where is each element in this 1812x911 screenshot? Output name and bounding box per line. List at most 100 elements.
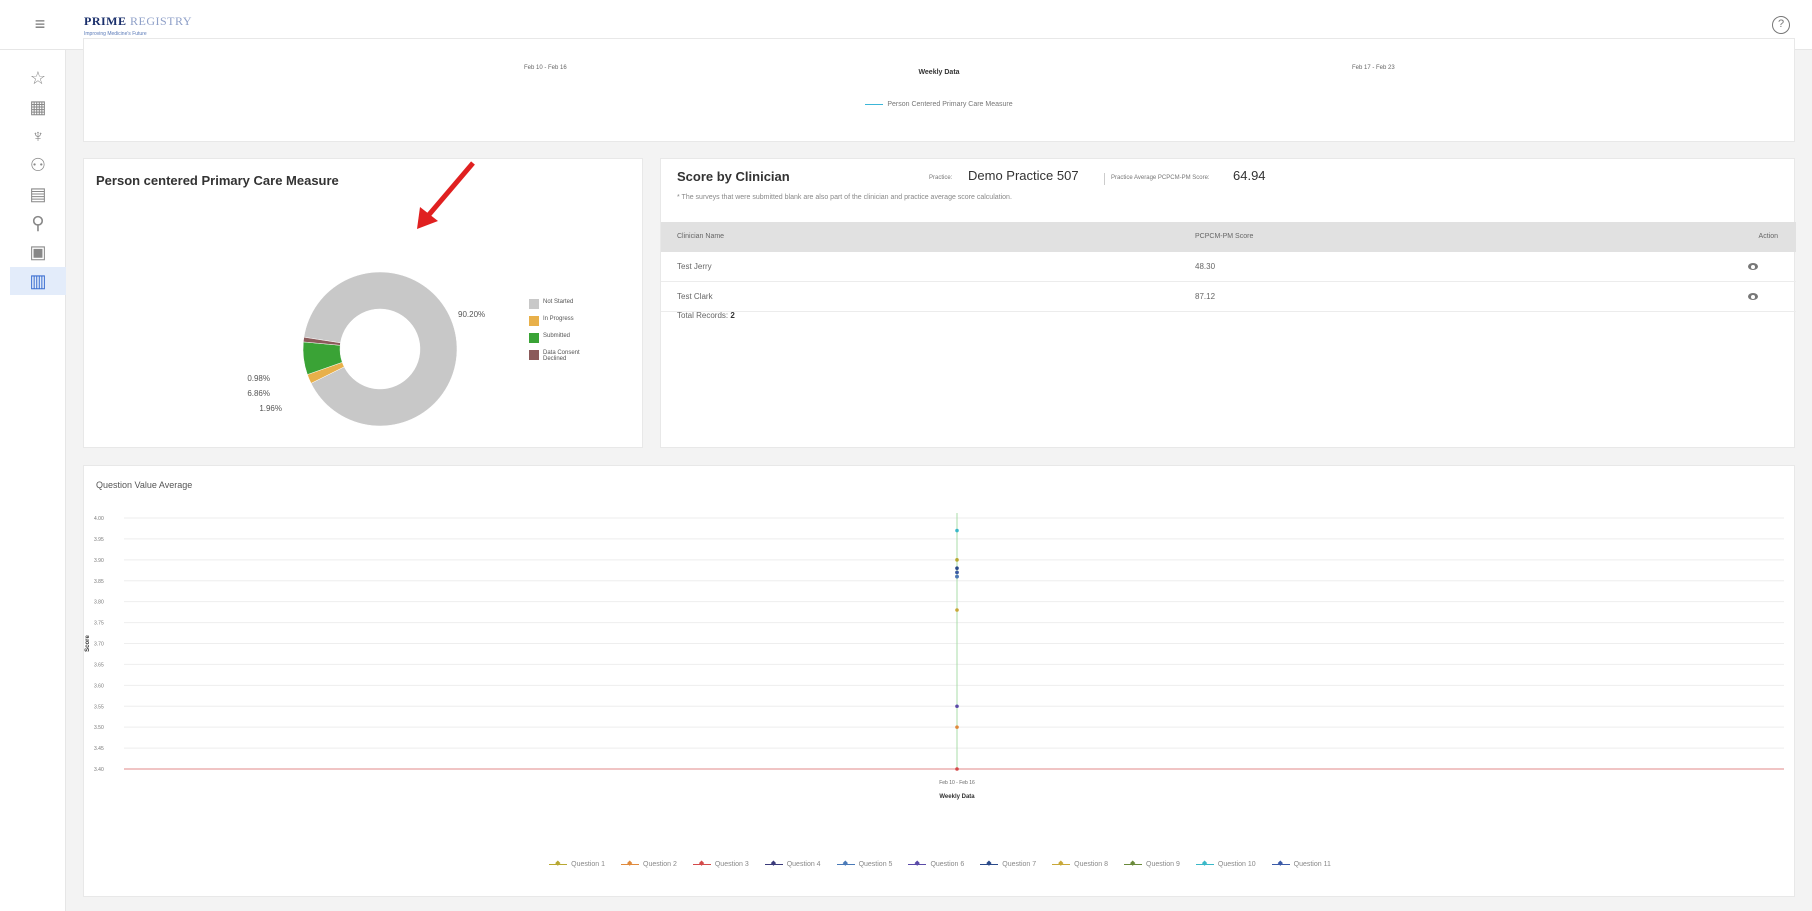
clinician-name: Test Jerry [677,262,712,271]
score-by-clinician-card: Score by Clinician Practice: Demo Practi… [660,158,1796,448]
legend-item[interactable]: Question 8 [1052,859,1109,868]
legend-label: Question 8 [1074,861,1109,868]
y-tick-label: 3.60 [94,683,104,689]
total-records: Total Records: 2 [677,311,735,320]
y-axis-label: Score [85,635,91,652]
y-tick-label: 3.40 [94,767,104,773]
legend-item[interactable]: Question 3 [692,859,749,868]
y-tick-label: 3.80 [94,600,104,606]
clipboard-icon[interactable]: ▣ [10,238,66,266]
clinician-score: 48.30 [1195,262,1216,271]
legend-item[interactable]: Question 10 [1195,859,1256,868]
pie-data-label: 1.96% [259,404,282,413]
table-row: Test Jerry 48.30 [661,252,1796,282]
data-point[interactable] [955,608,959,612]
annotation-arrow [417,161,475,229]
chart-legend[interactable]: Person Centered Primary Care Measure [84,101,1794,108]
logo-main-text: PRIME [84,14,127,28]
legend-item[interactable]: Question 2 [621,859,677,868]
legend-item[interactable]: Not Started [529,299,599,309]
legend-item[interactable]: Question 5 [836,859,893,868]
pie-data-label: 0.98% [247,374,270,383]
y-tick-label: 3.70 [94,642,104,648]
data-point[interactable] [955,704,959,709]
y-tick-label: 3.75 [94,621,104,627]
pie-chart-card: 90.20% 0.98% 6.86% 1.96% Person centered Pr… [83,158,643,448]
line-chart: 4.00 3.95 3.90 3.85 3.80 3.75 3.70 3.65 3.60 3.55… [85,513,1784,800]
legend-item[interactable]: Question 4 [764,859,821,868]
clinician-score: 87.12 [1195,292,1216,301]
hand-icon[interactable]: ♆ [10,122,66,150]
card-title: Score by Clinician [677,169,790,184]
legend-swatch [1271,859,1290,867]
practice-value: Demo Practice 507 [968,168,1079,183]
legend-label: Submitted [543,333,571,339]
legend-item[interactable]: Question 11 [1271,859,1331,868]
person-desk-icon[interactable]: ⚲ [10,209,66,237]
legend-swatch [692,859,711,867]
legend-swatch [529,333,539,343]
weekly-chart-card: Feb 10 - Feb 16 Feb 17 - Feb 23 Weekly D… [83,38,1795,142]
y-tick-label: 3.45 [94,746,104,752]
data-point[interactable] [955,767,959,771]
data-point[interactable] [955,725,959,729]
y-tick-label: 3.85 [94,579,104,585]
view-eye-icon[interactable] [1748,263,1758,270]
logo[interactable]: PRIME REGISTRY Improving Medicine's Futu… [84,14,192,37]
legend-label: Person Centered Primary Care Measure [887,101,1013,108]
legend-item[interactable]: Question 7 [980,859,1036,868]
legend-label: Question 6 [930,861,965,868]
question-value-card: 4.00 3.95 3.90 3.85 3.80 3.75 3.70 3.65 3.60 3.55… [83,465,1795,897]
total-records-value: 2 [730,311,735,320]
sidebar: ☆ ▦ ♆ ⚇ ▤ ⚲ ▣ ▥ [0,50,66,911]
data-point[interactable] [955,528,959,533]
id-card-icon[interactable]: ▤ [10,180,66,208]
practice-average-label: Practice Average PCPCM-PM Score: [1111,175,1210,181]
legend-label: Question 2 [643,861,677,868]
legend-swatch [529,350,539,360]
view-eye-icon[interactable] [1748,293,1758,300]
y-tick-label: 3.50 [94,725,104,731]
legend-swatch [1124,859,1143,867]
divider [1104,173,1105,185]
legend-item[interactable]: Question 9 [1124,859,1180,868]
data-point[interactable] [955,558,959,562]
legend-swatch [529,299,539,309]
report-icon[interactable]: ▥ [10,267,66,295]
logo-tagline: Improving Medicine's Future [84,31,147,37]
hamburger-menu-icon[interactable]: ≡ [30,14,50,34]
data-point[interactable] [955,566,959,570]
building-icon[interactable]: ▦ [10,93,66,121]
legend-swatch [836,859,855,867]
chart-legend[interactable]: Question 1 Question 2 Question 3 Question 4… [84,859,1796,868]
legend-item[interactable]: In Progress [529,316,599,326]
legend-swatch [980,859,999,867]
x-axis-label: Weekly Data [939,794,975,800]
star-icon[interactable]: ☆ [10,64,66,92]
y-tick-label: 3.55 [94,704,104,710]
data-point[interactable] [955,574,959,579]
y-tick-label: 3.90 [94,558,104,564]
legend-item[interactable]: Submitted [529,333,599,343]
x-tick-label: Feb 10 - Feb 16 [939,780,975,786]
legend-label: Question 4 [786,861,821,868]
data-point[interactable] [955,570,959,575]
pie-data-label: 90.20% [458,310,485,319]
legend-item[interactable]: Data Consent Declined [529,350,599,362]
legend-item[interactable]: Question 6 [908,859,965,868]
column-header[interactable]: Clinician Name [677,222,724,252]
pie-legend[interactable]: Not Started In Progress Submitted Data Cons… [529,299,599,369]
legend-label: Question 5 [858,861,893,868]
legend-item[interactable]: Question 1 [549,859,605,868]
legend-swatch [621,859,639,867]
column-header[interactable]: PCPCM-PM Score [1195,222,1253,252]
practice-average-value: 64.94 [1233,168,1266,183]
legend-swatch [1052,859,1071,867]
pie-data-label: 6.86% [247,389,270,398]
total-records-label: Total Records: [677,311,729,320]
column-header: Action [1758,233,1778,240]
legend-label: In Progress [543,316,574,322]
help-icon[interactable]: ? [1772,16,1790,34]
legend-label: Question 3 [714,861,749,868]
users-icon[interactable]: ⚇ [10,151,66,179]
